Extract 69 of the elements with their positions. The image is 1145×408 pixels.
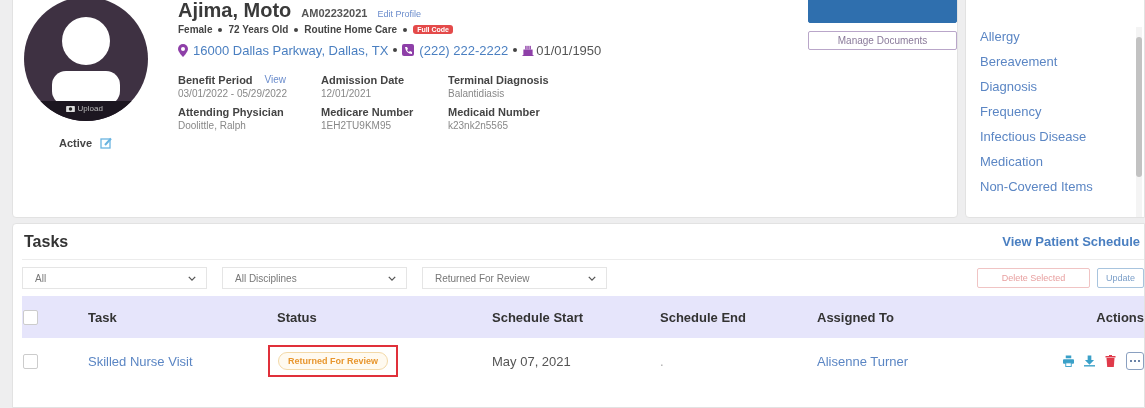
manage-documents-button[interactable]: Manage Documents bbox=[808, 31, 957, 50]
edit-profile-link[interactable]: Edit Profile bbox=[377, 9, 421, 19]
delete-selected-button[interactable]: Delete Selected bbox=[976, 268, 1090, 288]
camera-icon bbox=[65, 104, 75, 112]
summary-text: Routine Home Care bbox=[304, 24, 398, 35]
separator-dot-icon bbox=[513, 48, 518, 52]
column-header: Status bbox=[276, 309, 318, 325]
location-pin-icon bbox=[178, 43, 188, 57]
summary-text: Female bbox=[178, 24, 213, 35]
field-label: Medicare Number bbox=[321, 106, 414, 118]
select-all-checkbox[interactable] bbox=[23, 309, 38, 325]
column-header: Schedule End bbox=[660, 309, 747, 325]
trash-icon[interactable] bbox=[1105, 355, 1116, 367]
filter-dropdown[interactable]: All bbox=[22, 267, 207, 289]
more-button[interactable] bbox=[1126, 352, 1144, 370]
task-link[interactable]: Skilled Nurse Visit bbox=[88, 353, 193, 369]
field-label: Medicaid Number bbox=[448, 106, 540, 118]
assignee-link[interactable]: Alisenne Turner bbox=[817, 353, 909, 369]
download-icon[interactable] bbox=[1084, 355, 1095, 367]
separator-dot-icon bbox=[218, 27, 223, 32]
update-button[interactable]: Update bbox=[1096, 268, 1144, 288]
summary-text: 72 Years Old bbox=[228, 24, 289, 35]
field-value: 1EH2TU9KM95 bbox=[321, 120, 393, 131]
patient-name: Ajima, Moto bbox=[178, 0, 292, 22]
status-badge: Returned For Review bbox=[278, 352, 389, 370]
quick-link[interactable]: Diagnosis bbox=[980, 77, 1136, 96]
quick-link[interactable]: Infectious Disease bbox=[980, 127, 1136, 146]
quick-link[interactable]: Bereavement bbox=[980, 52, 1136, 71]
field-value: Doolittle, Ralph bbox=[178, 120, 247, 131]
separator-dot-icon bbox=[403, 27, 408, 32]
quick-link[interactable]: Medication bbox=[980, 152, 1136, 171]
column-header: Assigned To bbox=[817, 309, 896, 325]
chevron-down-icon bbox=[188, 275, 196, 281]
quick-link[interactable]: Non-Covered Items bbox=[980, 177, 1136, 196]
address-link[interactable]: 16000 Dallas Parkway, Dallas, TX bbox=[193, 42, 389, 58]
chevron-down-icon bbox=[388, 275, 396, 281]
row-checkbox[interactable] bbox=[23, 353, 38, 369]
view-link[interactable]: View bbox=[264, 74, 287, 86]
column-header: Actions bbox=[1095, 309, 1144, 325]
field-label: Attending Physician bbox=[178, 106, 284, 118]
field-label: Benefit Period bbox=[178, 74, 253, 86]
cake-icon bbox=[522, 44, 535, 56]
patient-id: AM02232021 bbox=[301, 7, 368, 19]
view-schedule-link[interactable]: View Patient Schedule bbox=[1002, 234, 1140, 249]
chevron-down-icon bbox=[588, 275, 596, 281]
column-header: Task bbox=[88, 309, 118, 325]
field-value: Balantidiasis bbox=[448, 88, 506, 99]
print-icon[interactable] bbox=[1063, 355, 1074, 367]
table-cell-text: . bbox=[660, 353, 665, 369]
table-cell-text: May 07, 2021 bbox=[492, 353, 572, 369]
section-title: Tasks bbox=[23, 232, 69, 251]
separator-dot-icon bbox=[393, 48, 398, 52]
filter-dropdown[interactable]: All Disciplines bbox=[222, 267, 407, 289]
phone-icon bbox=[402, 44, 415, 56]
quick-link[interactable]: Allergy bbox=[980, 27, 1136, 46]
field-value: 12/01/2021 bbox=[321, 88, 373, 99]
field-value: 03/01/2022 - 05/29/2022 bbox=[178, 88, 288, 99]
patient-status: Active bbox=[59, 137, 92, 149]
edit-icon[interactable] bbox=[100, 137, 112, 149]
separator-dot-icon bbox=[294, 27, 299, 32]
field-value: k23nk2n5565 bbox=[448, 120, 510, 131]
scrollbar[interactable] bbox=[1136, 27, 1142, 217]
filter-dropdown[interactable]: Returned For Review bbox=[422, 267, 607, 289]
field-label: Terminal Diagnosis bbox=[448, 74, 549, 86]
column-header: Schedule Start bbox=[492, 309, 585, 325]
field-label: Admission Date bbox=[321, 74, 405, 86]
birth-date: 01/01/1950 bbox=[536, 42, 602, 58]
quick-link[interactable]: Frequency bbox=[980, 102, 1136, 121]
phone-link[interactable]: (222) 222-2222 bbox=[419, 42, 509, 58]
